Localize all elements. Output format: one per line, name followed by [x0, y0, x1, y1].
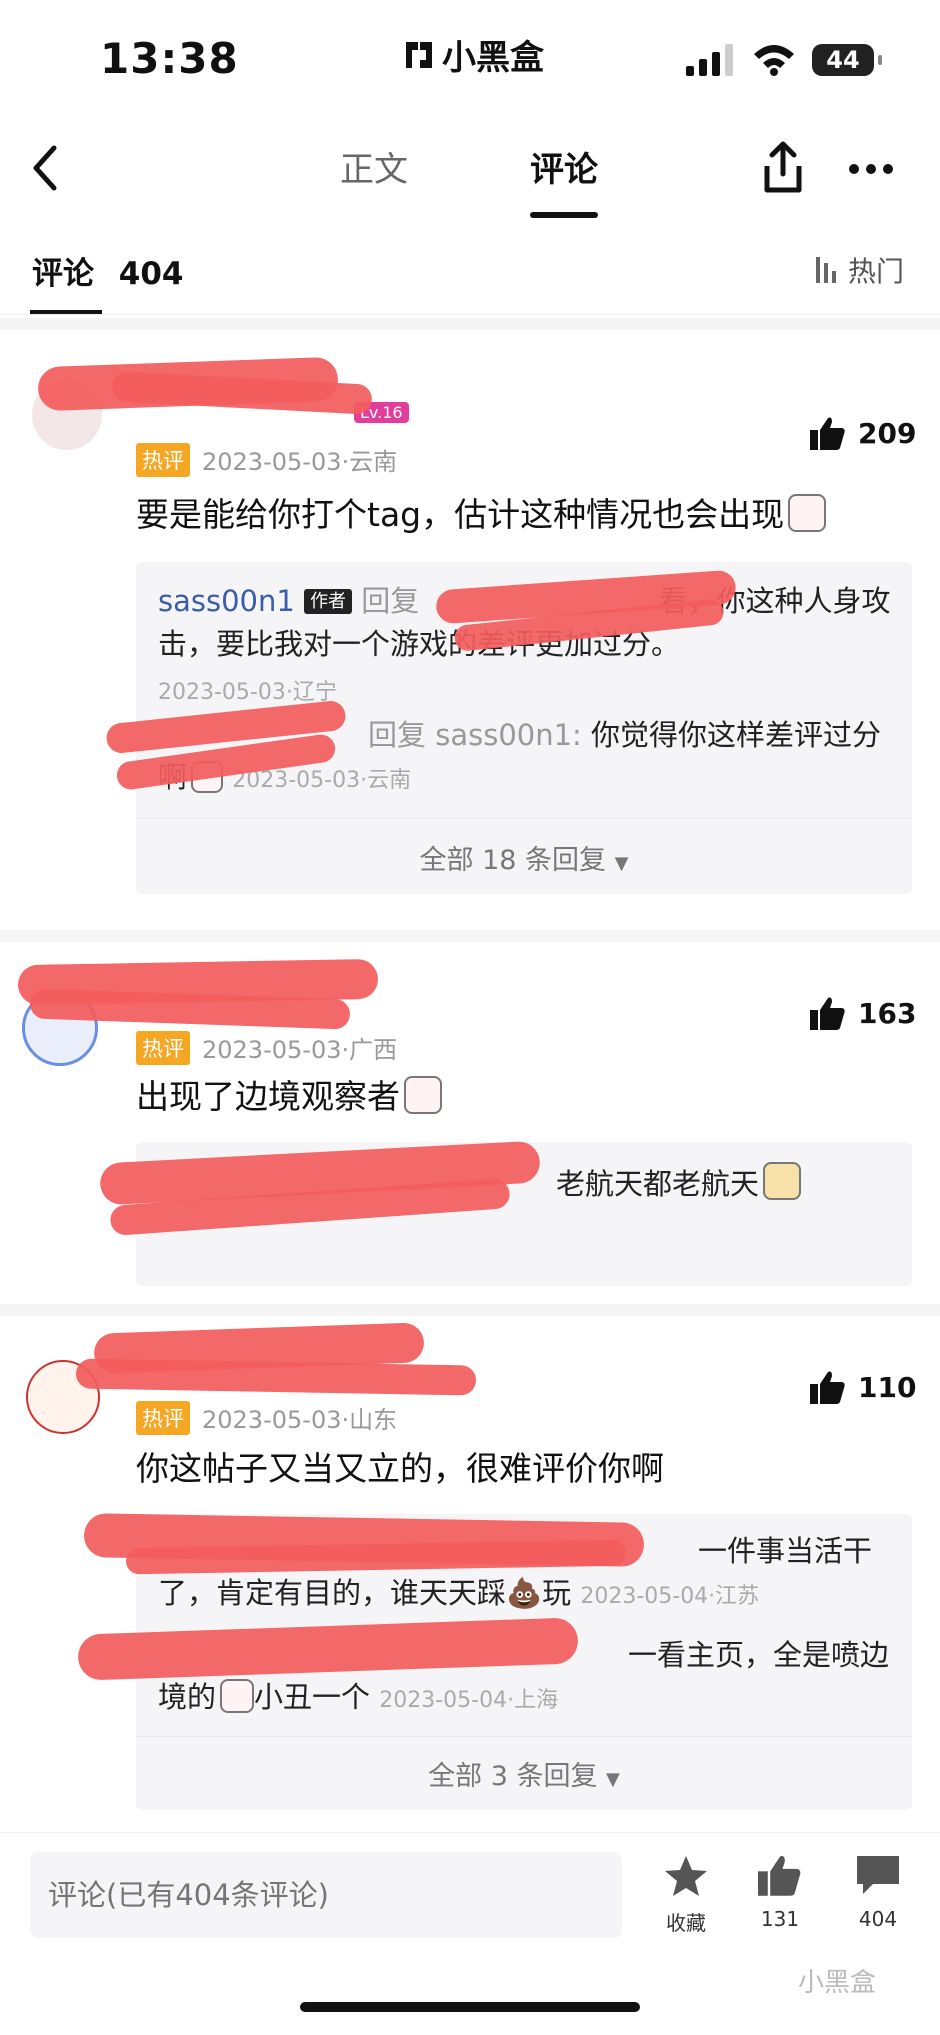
replies-box[interactable]: 一件事当活干 了，肯定有目的，谁天天踩💩玩 2023-05-04·江苏 一看主页…: [77, 1513, 912, 1810]
sticker-icon: [763, 1162, 802, 1200]
sticker-icon: [220, 1679, 255, 1713]
comment-bubble-icon: [857, 1856, 899, 1894]
section-gap: [0, 318, 940, 330]
comments-total: 404: [118, 256, 184, 292]
thumbs-up-icon: [810, 997, 845, 1030]
star-icon: [665, 1856, 707, 1896]
wifi-icon: [752, 42, 796, 80]
sort-label: 热门: [848, 255, 905, 288]
hot-badge: 热评: [136, 442, 190, 477]
comment-input[interactable]: [30, 1852, 622, 1938]
app-logo: 小黑盒: [402, 30, 544, 79]
signal-icon: [686, 44, 738, 80]
comment-meta: 热评 2023-05-03·广西: [136, 1030, 397, 1065]
comment-text: 要是能给你打个tag，估计这种情况也会出现: [136, 492, 827, 538]
divider: [0, 314, 940, 315]
timestamp-location: 2023-05-03·山东: [202, 1406, 398, 1434]
comment-count[interactable]: 评论 404: [32, 248, 184, 293]
sticker-icon: [788, 494, 827, 532]
active-tab-indicator: [530, 212, 598, 218]
timestamp-location: 2023-05-03·广西: [202, 1036, 398, 1064]
comment-meta: 热评 2023-05-03·云南: [136, 442, 397, 477]
like-button[interactable]: 110: [810, 1370, 916, 1404]
comment-text: 出现了边境观察者: [136, 1074, 442, 1120]
thumbs-up-icon: [810, 1371, 845, 1404]
caret-down-icon: ▼: [614, 853, 629, 874]
like-count: 110: [858, 1370, 917, 1404]
tab-article[interactable]: 正文: [340, 142, 408, 191]
back-button[interactable]: [30, 138, 80, 198]
favorite-button[interactable]: 收藏: [646, 1854, 726, 1936]
sort-icon: [816, 257, 836, 283]
post-comment-count: 404: [858, 1907, 898, 1931]
sticker-icon: [404, 1076, 442, 1114]
reply-meta: 2023-05-04·上海: [379, 1688, 559, 1713]
comment-card[interactable]: 热评 2023-05-03·广西 163 出现了边境观察者 老航天都老航天: [0, 942, 940, 1306]
replies-box[interactable]: 老航天都老航天: [99, 1140, 912, 1286]
hot-badge: 热评: [136, 1030, 190, 1065]
favorite-label: 收藏: [666, 1911, 706, 1935]
home-indicator: [300, 2002, 640, 2012]
comment-card[interactable]: Lv.16 热评 2023-05-03·云南 209 要是能给你打个tag，估计…: [0, 330, 940, 928]
replies-box[interactable]: sass00n1 作者 回复 看，你这种人身攻击，要比我对一个游戏的差评更加过分…: [105, 562, 912, 894]
comments-button[interactable]: 404: [838, 1854, 918, 1931]
sort-button[interactable]: 热门: [812, 250, 904, 290]
like-button[interactable]: 209: [810, 416, 916, 450]
caret-down-icon: ▼: [606, 1769, 620, 1790]
more-icon: [849, 164, 893, 174]
post-like-count: 131: [760, 1907, 800, 1931]
show-all-replies-button[interactable]: 全部 18 条回复 ▼: [136, 838, 912, 877]
like-count: 209: [858, 416, 917, 450]
chevron-left-icon: [33, 145, 57, 191]
like-post-button[interactable]: 131: [740, 1854, 820, 1931]
tab-comments[interactable]: 评论: [530, 142, 598, 191]
section-gap: [0, 930, 940, 942]
timestamp-location: 2023-05-03·云南: [202, 448, 398, 476]
like-count: 163: [858, 996, 917, 1030]
comment-meta: 热评 2023-05-03·山东: [136, 1400, 397, 1435]
reply-meta: 2023-05-04·江苏: [580, 1584, 760, 1609]
share-icon: [764, 141, 802, 193]
thumbs-up-icon: [758, 1856, 801, 1896]
battery-indicator: 44: [812, 44, 882, 76]
reply-meta: 2023-05-03·辽宁: [158, 680, 337, 705]
divider: [136, 818, 912, 819]
reply-author[interactable]: sass00n1: [158, 584, 295, 618]
section-gap: [0, 1304, 940, 1316]
share-button[interactable]: [758, 140, 808, 198]
author-tag: 作者: [304, 589, 353, 614]
show-all-replies-button[interactable]: 全部 3 条回复 ▼: [136, 1754, 912, 1793]
reply-meta: 2023-05-03·云南: [232, 768, 412, 793]
like-button[interactable]: 163: [810, 996, 916, 1030]
comment-text: 你这帖子又当又立的，很难评价你啊: [136, 1449, 664, 1488]
app-name: 小黑盒: [442, 38, 544, 78]
hot-badge: 热评: [136, 1400, 190, 1435]
comments-label: 评论: [32, 256, 94, 292]
more-button[interactable]: [848, 160, 894, 179]
thumbs-up-icon: [810, 417, 845, 450]
watermark: 小黑盒: [798, 1968, 877, 1998]
logo-icon: [406, 41, 432, 68]
status-time: 13:38: [100, 34, 239, 83]
divider: [136, 1736, 912, 1737]
comment-card[interactable]: 热评 2023-05-03·山东 110 你这帖子又当又立的，很难评价你啊 一件…: [0, 1316, 940, 1832]
redaction-mark: [75, 1358, 477, 1396]
